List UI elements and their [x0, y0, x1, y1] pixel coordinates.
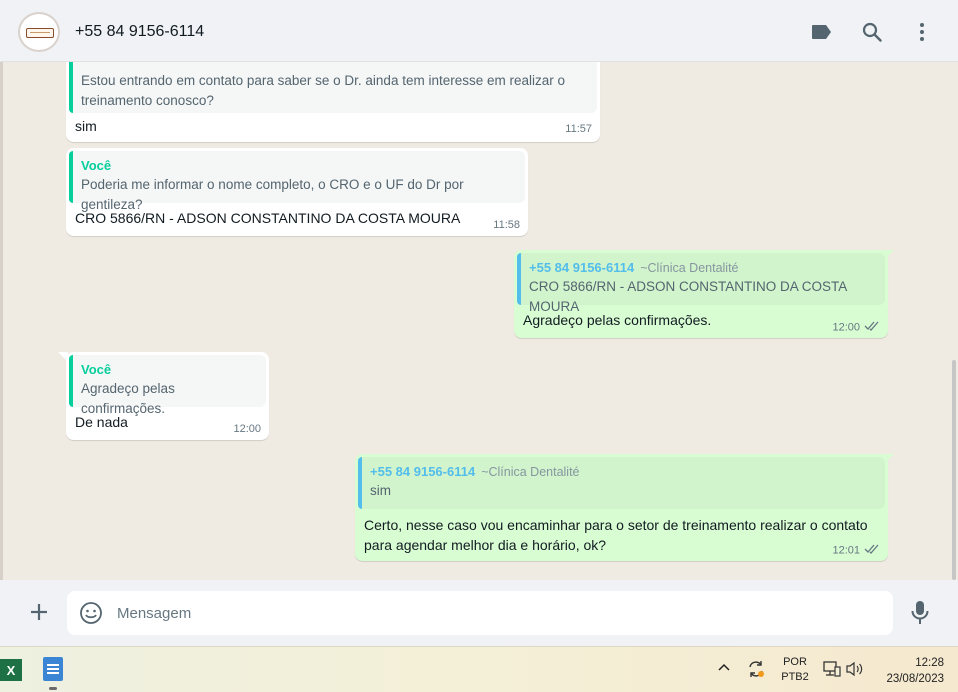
search-icon[interactable] — [860, 20, 884, 44]
system-clock[interactable]: 12:28 23/08/2023 — [874, 655, 944, 687]
message-text: Agradeço pelas confirmações. — [523, 312, 712, 328]
message-list[interactable]: Estou entrando em contato para saber se … — [0, 62, 958, 580]
clock-date: 23/08/2023 — [886, 673, 944, 685]
quoted-author: +55 84 9156-6114 ~Clínica Dentalité — [370, 463, 875, 481]
quoted-author-pushname: ~Clínica Dentalité — [481, 465, 580, 479]
attach-plus-icon[interactable] — [26, 599, 52, 625]
language-code: POR — [783, 656, 807, 668]
quoted-author: Você — [81, 362, 112, 377]
message-time: 11:57 — [565, 123, 592, 135]
message-outgoing[interactable]: +55 84 9156-6114 ~Clínica Dentalité sim C… — [355, 454, 888, 561]
input-language[interactable]: POR PTB2 — [779, 655, 811, 685]
quoted-author: Você — [81, 158, 112, 173]
quoted-author-pushname: ~Clínica Dentalité — [640, 261, 739, 275]
message-incoming[interactable]: Você Agradeço pelas confirmações. De nad… — [66, 352, 269, 440]
window-edge — [0, 62, 3, 580]
message-text: CRO 5866/RN - ADSON CONSTANTINO DA COSTA… — [75, 210, 461, 226]
message-time: 12:01 — [832, 544, 880, 557]
scrollbar-thumb[interactable] — [952, 360, 956, 580]
running-indicator — [49, 687, 57, 690]
message-time: 12:00 — [233, 423, 261, 435]
contact-name[interactable]: +55 84 9156-6114 — [75, 23, 204, 41]
quoted-text: Estou entrando em contato para saber se … — [81, 73, 566, 108]
clinic-logo — [26, 28, 54, 38]
quoted-text: sim — [370, 483, 391, 498]
quoted-author-number: +55 84 9156-6114 — [370, 464, 476, 479]
quoted-author: +55 84 9156-6114 ~Clínica Dentalité — [529, 259, 875, 277]
quoted-message[interactable]: Você Poderia me informar o nome completo… — [69, 151, 525, 212]
quoted-message[interactable]: Você Agradeço pelas confirmações. — [69, 355, 266, 416]
message-time-text: 12:00 — [832, 321, 860, 334]
double-check-icon — [864, 321, 880, 334]
microphone-icon[interactable] — [910, 600, 934, 626]
message-outgoing[interactable]: +55 84 9156-6114 ~Clínica Dentalité CRO 5… — [514, 250, 888, 338]
composer-bar — [0, 580, 958, 646]
message-incoming[interactable]: Você Poderia me informar o nome completo… — [66, 148, 528, 236]
notepad-app-icon[interactable] — [43, 657, 63, 681]
excel-app-icon[interactable]: X — [0, 659, 22, 681]
emoji-icon[interactable] — [79, 601, 103, 625]
sync-icon[interactable] — [746, 659, 766, 679]
message-time: 12:00 — [832, 321, 880, 334]
message-text: Certo, nesse caso vou encaminhar para o … — [364, 517, 868, 553]
contact-avatar[interactable] — [18, 12, 60, 52]
chat-header: +55 84 9156-6114 — [0, 0, 958, 62]
taskbar: X POR PTB2 12:28 23/08/2023 — [0, 646, 958, 692]
double-check-icon — [864, 544, 880, 557]
message-text: De nada — [75, 414, 128, 430]
volume-icon[interactable] — [846, 661, 864, 677]
message-input-box[interactable] — [67, 591, 893, 635]
message-time-text: 12:01 — [832, 544, 860, 557]
message-text: sim — [75, 118, 97, 134]
keyboard-layout: PTB2 — [781, 671, 809, 683]
chevron-up-icon[interactable] — [717, 661, 731, 675]
quoted-message[interactable]: +55 84 9156-6114 ~Clínica Dentalité sim — [358, 457, 885, 509]
quoted-author-number: +55 84 9156-6114 — [529, 260, 635, 275]
clock-time: 12:28 — [915, 657, 944, 669]
quoted-message[interactable]: +55 84 9156-6114 ~Clínica Dentalité CRO 5… — [517, 253, 885, 314]
more-vert-icon[interactable] — [910, 20, 934, 44]
message-incoming[interactable]: Estou entrando em contato para saber se … — [66, 62, 600, 142]
message-input[interactable] — [117, 591, 877, 635]
message-time: 11:58 — [493, 219, 520, 231]
quoted-message[interactable]: Estou entrando em contato para saber se … — [69, 62, 597, 113]
label-icon[interactable] — [810, 20, 834, 44]
network-icon[interactable] — [823, 660, 841, 678]
